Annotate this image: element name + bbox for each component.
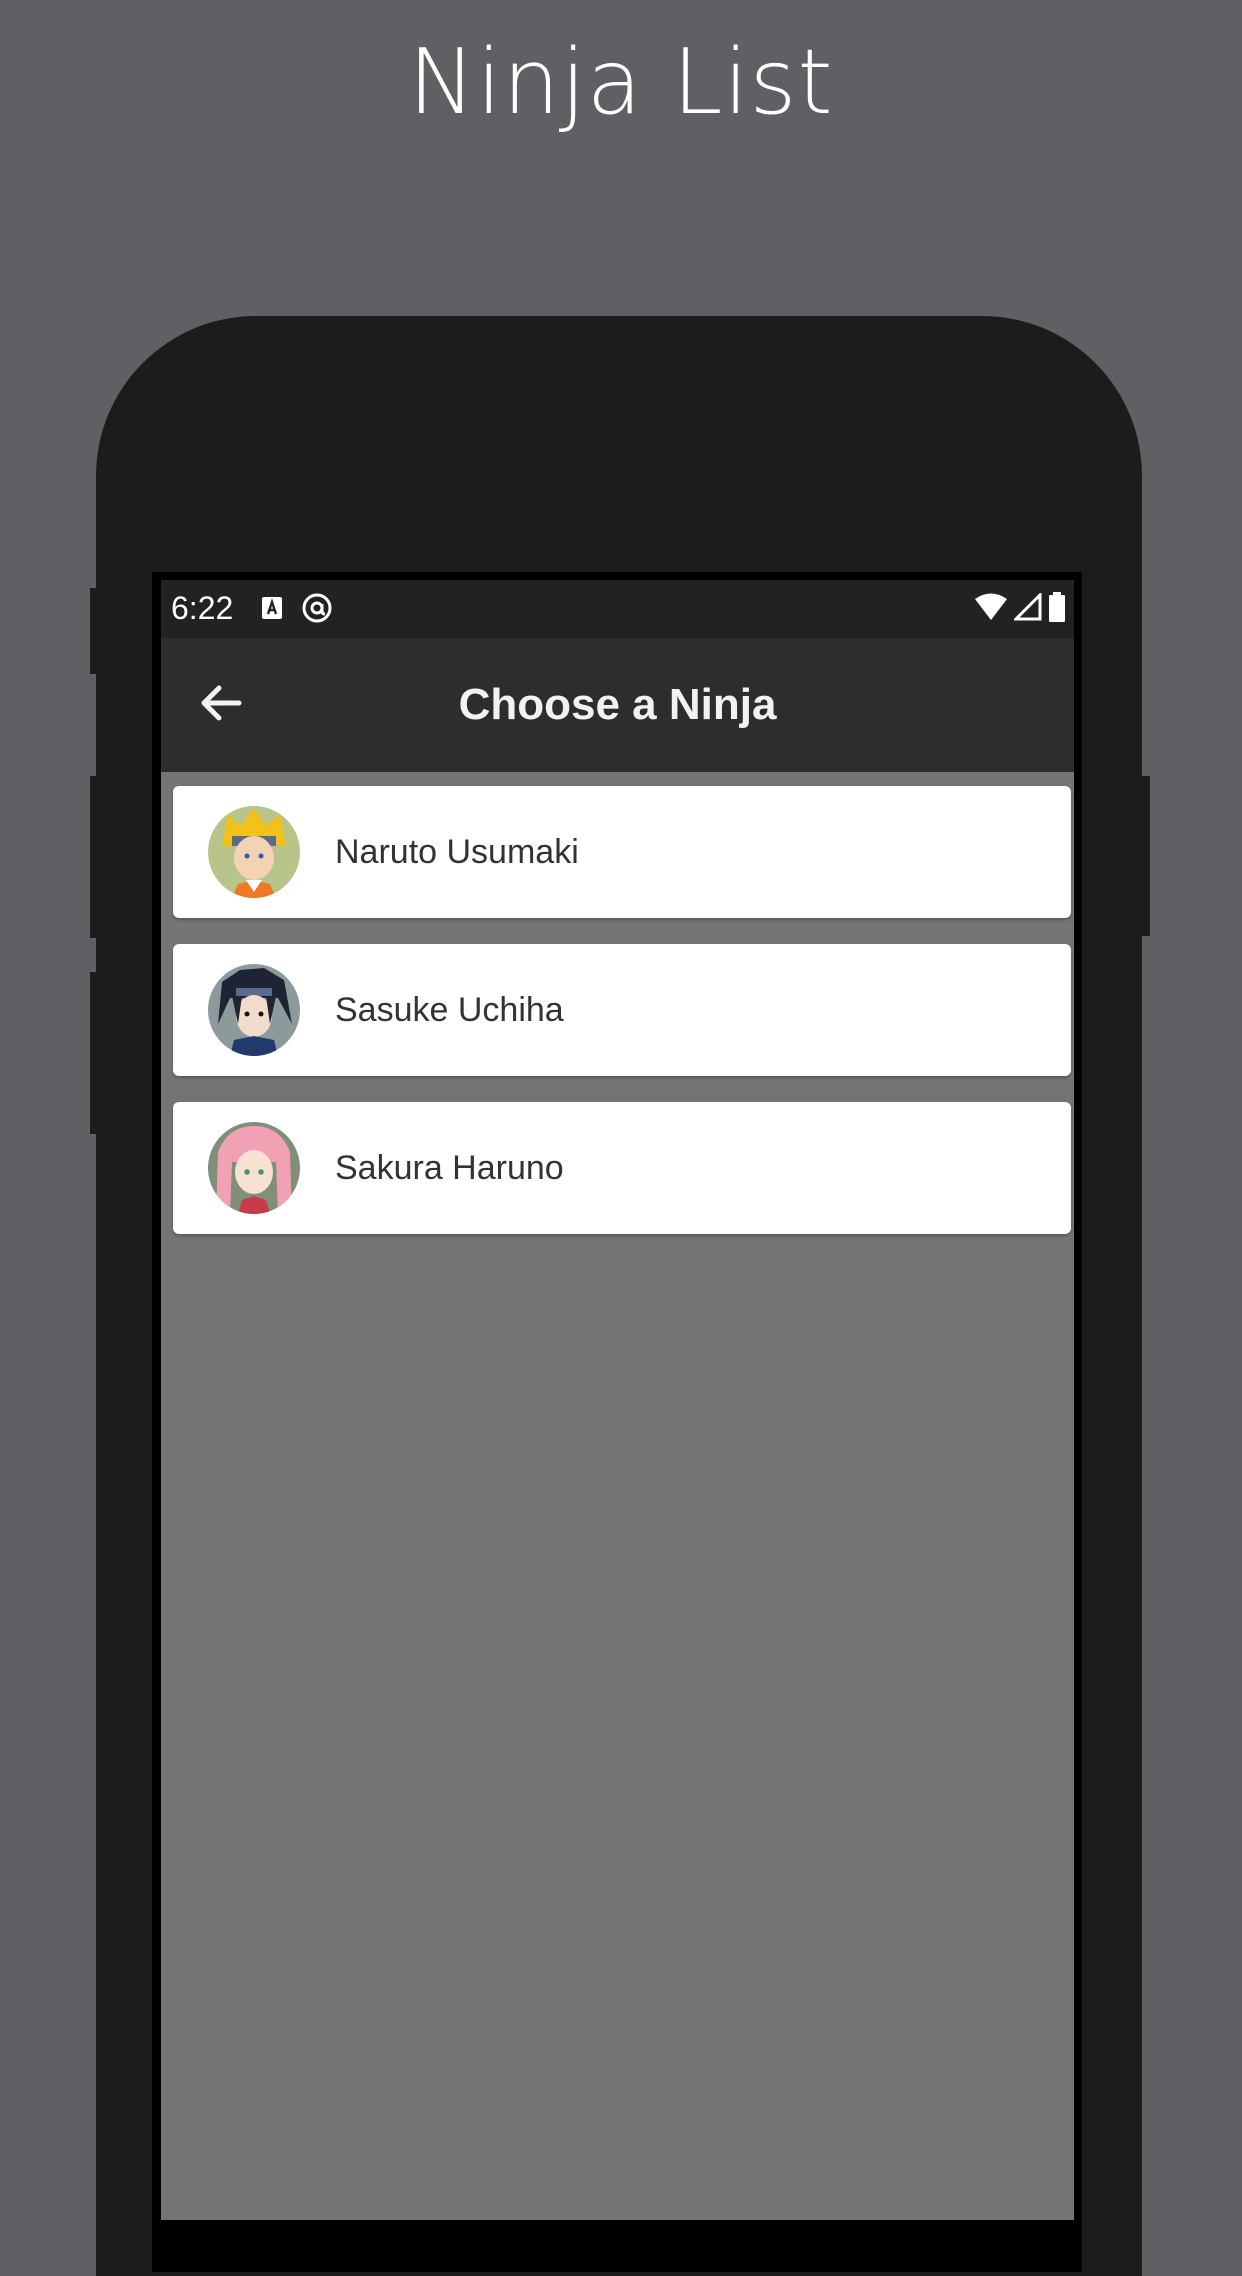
ninja-card-naruto[interactable]: Naruto Usumaki [173,786,1071,918]
phone-side-button [90,972,102,1134]
sasuke-avatar [208,964,300,1056]
notification-a-icon [261,596,283,624]
app-bar: Choose a Ninja [161,638,1074,772]
wifi-icon [974,593,1008,625]
ninja-card-sasuke[interactable]: Sasuke Uchiha [173,944,1071,1076]
cell-signal-icon [1012,591,1042,625]
page-title: Ninja List [408,30,834,135]
battery-icon [1048,592,1066,626]
at-sign-icon [301,592,333,628]
arrow-left-icon [199,683,243,727]
sakura-avatar [208,1122,300,1214]
naruto-avatar [208,806,300,898]
ninja-card-sakura[interactable]: Sakura Haruno [173,1102,1071,1234]
phone-side-button [90,588,102,674]
ninja-name: Naruto Usumaki [335,833,579,871]
ninja-list: Naruto Usumaki Sasuke Uchiha Sakura Haru… [173,786,1071,1260]
phone-side-button [90,776,102,938]
ninja-name: Sakura Haruno [335,1149,564,1187]
phone-side-button [1136,776,1150,936]
ninja-name: Sasuke Uchiha [335,991,564,1029]
app-bar-title: Choose a Ninja [458,680,777,729]
status-time: 6:22 [171,590,234,626]
phone-screen: 6:22 Choose a Ninja Naruto Usumaki Sasuk… [161,580,1074,2220]
status-bar: 6:22 [161,580,1074,638]
back-button[interactable] [191,675,251,735]
